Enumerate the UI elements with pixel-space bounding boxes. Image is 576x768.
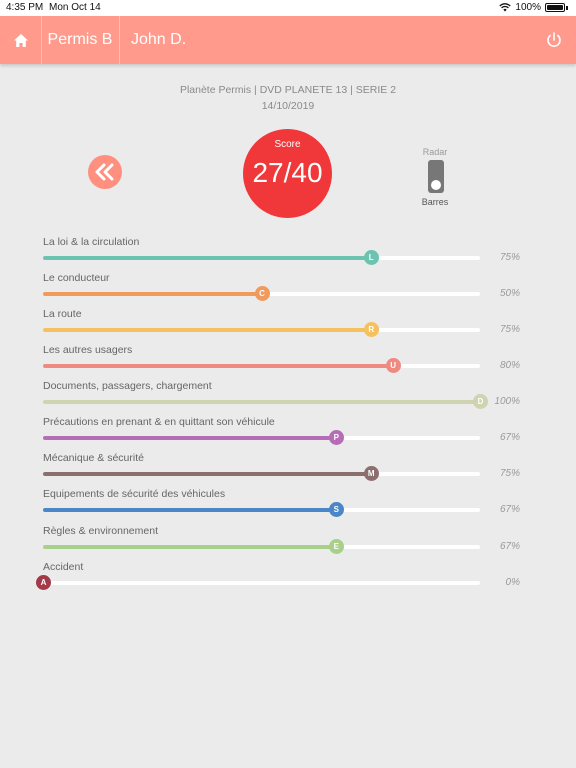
category-percent: 67% — [499, 432, 520, 443]
score-label: Score — [274, 139, 301, 150]
back-button[interactable] — [88, 155, 122, 189]
category-name: Mécanique & sécurité — [43, 452, 144, 464]
category-row: Documents, passagers, chargement D 100% — [0, 380, 576, 416]
category-fill — [43, 256, 371, 260]
wifi-icon — [499, 3, 512, 12]
category-fill — [43, 472, 371, 476]
home-icon — [13, 33, 28, 47]
category-fill — [43, 436, 336, 440]
category-track — [43, 436, 480, 440]
category-percent: 75% — [499, 324, 520, 335]
toggle-label-radar: Radar — [422, 147, 448, 157]
double-chevron-left-icon — [95, 163, 114, 181]
category-percent: 100% — [494, 396, 520, 407]
category-percent: 67% — [499, 504, 520, 515]
category-percent: 0% — [505, 577, 520, 588]
toggle-label-barres: Barres — [421, 197, 449, 207]
category-knob: L — [363, 250, 379, 265]
user-name[interactable]: John D. — [131, 16, 186, 64]
category-name: Documents, passagers, chargement — [43, 380, 212, 392]
status-time: 4:35 PM — [6, 2, 44, 13]
category-row: Accident A 0% — [0, 561, 576, 597]
category-row: Equipements de sécurité des véhicules S … — [0, 488, 576, 524]
category-fill — [43, 508, 336, 512]
category-fill — [43, 400, 480, 404]
category-name: Précautions en prenant & en quittant son… — [43, 416, 275, 428]
score-value: 27/40 — [252, 157, 323, 188]
category-percent: 75% — [499, 252, 520, 263]
category-knob: A — [36, 575, 51, 590]
category-knob: S — [328, 502, 344, 517]
category-name: Le conducteur — [43, 272, 110, 284]
category-row: Mécanique & sécurité M 75% — [0, 452, 576, 488]
category-track — [43, 508, 480, 512]
category-name: La loi & la circulation — [43, 236, 140, 248]
category-percent: 75% — [499, 468, 520, 479]
battery-percent: 100% — [515, 2, 541, 13]
status-date: Mon Oct 14 — [49, 2, 101, 13]
test-source: Planète Permis | DVD PLANETE 13 | SERIE … — [179, 84, 397, 96]
category-track — [43, 256, 480, 260]
category-fill — [43, 364, 393, 368]
category-knob: U — [385, 358, 401, 373]
nav-bar: Permis B John D. — [0, 16, 576, 64]
category-fill — [43, 328, 371, 332]
category-track — [43, 472, 480, 476]
home-button[interactable] — [0, 16, 42, 64]
category-knob: R — [363, 322, 379, 337]
category-track — [43, 364, 480, 368]
category-knob: M — [363, 466, 379, 481]
status-bar: 4:35 PM Mon Oct 14 100% — [0, 0, 576, 16]
category-row: Règles & environnement E 67% — [0, 525, 576, 561]
category-track — [43, 545, 480, 549]
category-track — [43, 400, 480, 404]
power-button[interactable] — [542, 28, 566, 52]
view-toggle-switch[interactable] — [428, 160, 444, 193]
category-row: La route R 75% — [0, 308, 576, 344]
category-knob: C — [254, 286, 270, 301]
category-knob: P — [328, 430, 344, 445]
category-name: Règles & environnement — [43, 525, 158, 537]
category-fill — [43, 292, 262, 296]
battery-icon — [545, 3, 565, 12]
category-knob: D — [473, 394, 488, 409]
category-name: Accident — [43, 561, 84, 573]
category-fill — [43, 545, 336, 549]
permis-tab[interactable]: Permis B — [41, 16, 120, 64]
toggle-knob — [431, 180, 441, 190]
category-name: Les autres usagers — [43, 344, 133, 356]
battery-tip — [566, 5, 568, 10]
category-row: Le conducteur C 50% — [0, 272, 576, 308]
score-circle: Score 27/40 — [243, 129, 332, 218]
category-percent: 80% — [499, 360, 520, 371]
category-name: La route — [43, 308, 82, 320]
status-right: 100% — [499, 2, 568, 13]
category-row: Les autres usagers U 80% — [0, 344, 576, 380]
category-knob: E — [328, 539, 344, 554]
category-row: La loi & la circulation L 75% — [0, 236, 576, 272]
test-date: 14/10/2019 — [261, 100, 315, 112]
category-percent: 67% — [499, 541, 520, 552]
power-icon — [547, 32, 561, 47]
category-track — [43, 328, 480, 332]
category-track — [43, 581, 480, 585]
category-percent: 50% — [499, 288, 520, 299]
category-name: Equipements de sécurité des véhicules — [43, 488, 226, 500]
category-row: Précautions en prenant & en quittant son… — [0, 416, 576, 452]
